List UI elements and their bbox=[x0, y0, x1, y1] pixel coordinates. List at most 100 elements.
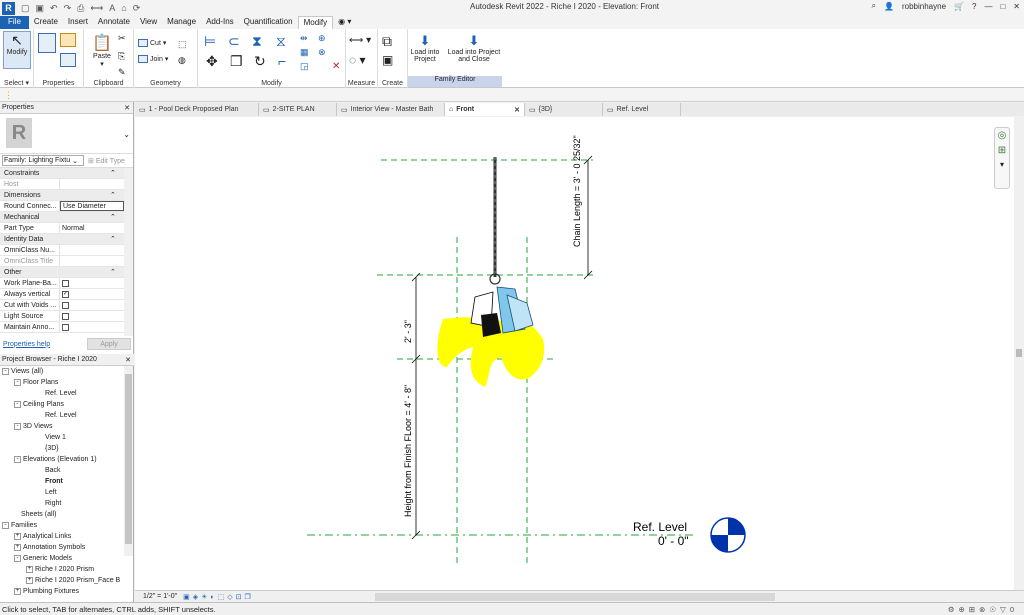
browser-node[interactable]: - Families bbox=[2, 520, 124, 531]
copy-element-icon[interactable]: ❐ bbox=[230, 53, 243, 70]
browser-node[interactable]: - Views (all) bbox=[2, 366, 124, 377]
browser-node[interactable]: Right bbox=[2, 498, 124, 509]
cut-button[interactable]: ✂ bbox=[118, 33, 126, 44]
offset-icon[interactable]: ⊂ bbox=[228, 33, 240, 50]
dimension-icon[interactable]: ◌ ▾ bbox=[349, 53, 366, 67]
type-selector-dropdown[interactable]: Family: Lighting Fixtu ⌄ bbox=[2, 155, 84, 166]
view-tab[interactable]: ⌂ Front ✕ bbox=[445, 103, 525, 116]
match-properties-button[interactable]: ✎ bbox=[118, 67, 126, 78]
move-icon[interactable]: ✥ bbox=[206, 53, 218, 70]
close-button[interactable]: ✕ bbox=[1013, 2, 1020, 11]
tab-quantification[interactable]: Quantification bbox=[239, 16, 298, 29]
expander-icon[interactable]: - bbox=[14, 456, 21, 463]
family-types-button[interactable] bbox=[60, 53, 76, 67]
ref-level-elevation[interactable]: 0' - 0" bbox=[658, 534, 689, 548]
group-dimensions[interactable]: Dimensions ⌃ bbox=[0, 190, 124, 201]
view-tab[interactable]: ▭ Ref. Level bbox=[603, 103, 681, 116]
vscroll-thumb[interactable] bbox=[1016, 349, 1022, 357]
tab-manage[interactable]: Manage bbox=[162, 16, 201, 29]
view-tab[interactable]: ▭ 1 - Pool Deck Proposed Plan bbox=[135, 103, 259, 116]
view-tab[interactable]: ▭ {3D} bbox=[525, 103, 603, 116]
browser-node[interactable]: - Ceiling Plans bbox=[2, 399, 124, 410]
browser-node[interactable]: - Floor Plans bbox=[2, 377, 124, 388]
tab-modify[interactable]: Modify bbox=[297, 16, 334, 29]
join-geometry-button[interactable]: Join ▾ bbox=[138, 55, 168, 63]
group-constraints[interactable]: Constraints ⌃ bbox=[0, 168, 124, 179]
prop-value[interactable] bbox=[60, 245, 124, 255]
undo-icon[interactable]: ↶ bbox=[50, 3, 58, 14]
scale-selector[interactable]: 1/2" = 1'-0" bbox=[143, 593, 177, 600]
tab-annotate[interactable]: Annotate bbox=[93, 16, 135, 29]
measure-icon[interactable]: ⟷ bbox=[90, 3, 103, 14]
group-mechanical[interactable]: Mechanical ⌃ bbox=[0, 212, 124, 223]
apply-button[interactable]: Apply bbox=[87, 338, 131, 350]
expander-icon[interactable]: - bbox=[14, 423, 21, 430]
prop-value[interactable]: Normal bbox=[60, 223, 124, 233]
username[interactable]: robbinhayne bbox=[902, 2, 946, 11]
copy-button[interactable]: ⎘ bbox=[118, 51, 125, 62]
3d-view-icon[interactable]: ⌂ bbox=[121, 3, 126, 14]
chain-length-dimension[interactable]: Chain Length = 3' - 0 25/32" bbox=[572, 135, 582, 247]
close-tab-icon[interactable]: ✕ bbox=[514, 106, 520, 114]
view-tab[interactable]: ▭ Interior View - Master Bath bbox=[337, 103, 445, 116]
steering-wheel-icon[interactable]: ◎ bbox=[995, 130, 1009, 141]
drawing-canvas[interactable]: Chain Length = 3' - 0 25/32" 2' - 3" Hei… bbox=[135, 117, 1014, 590]
select-dropdown[interactable]: Select ▾ bbox=[0, 79, 33, 87]
measure-distance-icon[interactable]: ⟷ ▾ bbox=[349, 35, 371, 46]
ref-level-label[interactable]: Ref. Level bbox=[633, 520, 687, 534]
tab-insert[interactable]: Insert bbox=[63, 16, 93, 29]
split-icon[interactable]: ⇹ bbox=[300, 33, 308, 44]
maximize-button[interactable]: □ bbox=[1000, 2, 1005, 11]
expander-icon[interactable]: - bbox=[14, 401, 21, 408]
pin-icon[interactable]: ⊕ bbox=[318, 33, 326, 44]
trim-icon[interactable]: ⌐ bbox=[278, 53, 286, 69]
mirror-draw-icon[interactable]: ⧖ bbox=[276, 33, 286, 50]
browser-node[interactable]: {3D} bbox=[2, 443, 124, 454]
close-icon[interactable]: ✕ bbox=[125, 356, 131, 364]
browser-node[interactable]: Front bbox=[2, 476, 124, 487]
load-into-project-button[interactable]: ⬇ Load into Project bbox=[408, 33, 442, 63]
always-vertical-checkbox[interactable]: ✓ bbox=[62, 290, 69, 298]
browser-node[interactable]: + Analytical Links bbox=[2, 531, 124, 542]
paste-button[interactable]: 📋 Paste ▾ bbox=[88, 33, 116, 68]
view-control-icons[interactable]: ▣◈☀◐⬚◇⊡❐ bbox=[183, 593, 254, 601]
zoom-region-icon[interactable]: ⊞ bbox=[995, 145, 1009, 156]
mirror-axis-icon[interactable]: ⧗ bbox=[252, 33, 262, 50]
browser-node[interactable]: + Riche I 2020 Prism_Face B bbox=[2, 575, 124, 586]
expander-icon[interactable]: - bbox=[14, 555, 21, 562]
text-icon[interactable]: A bbox=[109, 3, 115, 14]
properties-scrollbar[interactable] bbox=[124, 168, 133, 336]
browser-node[interactable]: Ref. Level bbox=[2, 388, 124, 399]
expander-icon[interactable]: - bbox=[14, 379, 21, 386]
create-group-icon[interactable]: ▣ bbox=[382, 53, 393, 67]
revit-logo-icon[interactable]: R bbox=[2, 1, 15, 15]
canvas-horizontal-scrollbar[interactable] bbox=[375, 593, 775, 601]
browser-node[interactable]: View 1 bbox=[2, 432, 124, 443]
expander-icon[interactable]: + bbox=[14, 588, 21, 595]
browser-node[interactable]: Sheets (all) bbox=[2, 509, 124, 520]
height-from-floor-dimension[interactable]: Height from Finish FLoor = 4' - 8" bbox=[403, 385, 413, 517]
paint-button[interactable]: ◍ bbox=[178, 55, 186, 66]
delete-icon[interactable]: ✕ bbox=[332, 61, 340, 72]
status-icons[interactable]: ⚙⊕⊞⊗☉▽0 bbox=[948, 605, 1018, 614]
group-identity[interactable]: Identity Data ⌃ bbox=[0, 234, 124, 245]
canvas-vertical-scrollbar[interactable] bbox=[1014, 117, 1024, 590]
scale-icon[interactable]: ◲ bbox=[300, 61, 309, 72]
browser-node[interactable]: + Riche I 2020 Prism bbox=[2, 564, 124, 575]
expander-icon[interactable]: + bbox=[26, 577, 33, 584]
tab-create[interactable]: Create bbox=[29, 16, 63, 29]
light-source-checkbox[interactable] bbox=[62, 312, 69, 320]
maintain-anno-checkbox[interactable] bbox=[62, 323, 69, 331]
browser-node[interactable]: Left bbox=[2, 487, 124, 498]
expander-icon[interactable]: + bbox=[14, 533, 21, 540]
browser-node[interactable]: - Generic Models bbox=[2, 553, 124, 564]
help-icon[interactable]: ? bbox=[972, 2, 976, 11]
tab-add-ins[interactable]: Add-Ins bbox=[201, 16, 239, 29]
load-into-project-close-button[interactable]: ⬇ Load into Project and Close bbox=[446, 33, 502, 63]
ribbon-options-icon[interactable]: ◉ ▾ bbox=[333, 16, 356, 29]
print-icon[interactable]: ⎙ bbox=[77, 3, 84, 14]
browser-node[interactable]: + Plumbing Fixtures bbox=[2, 586, 124, 597]
chevron-down-icon[interactable]: ⌄ bbox=[123, 130, 130, 139]
cut-with-voids-checkbox[interactable] bbox=[62, 301, 69, 309]
close-icon[interactable]: ✕ bbox=[124, 104, 130, 112]
